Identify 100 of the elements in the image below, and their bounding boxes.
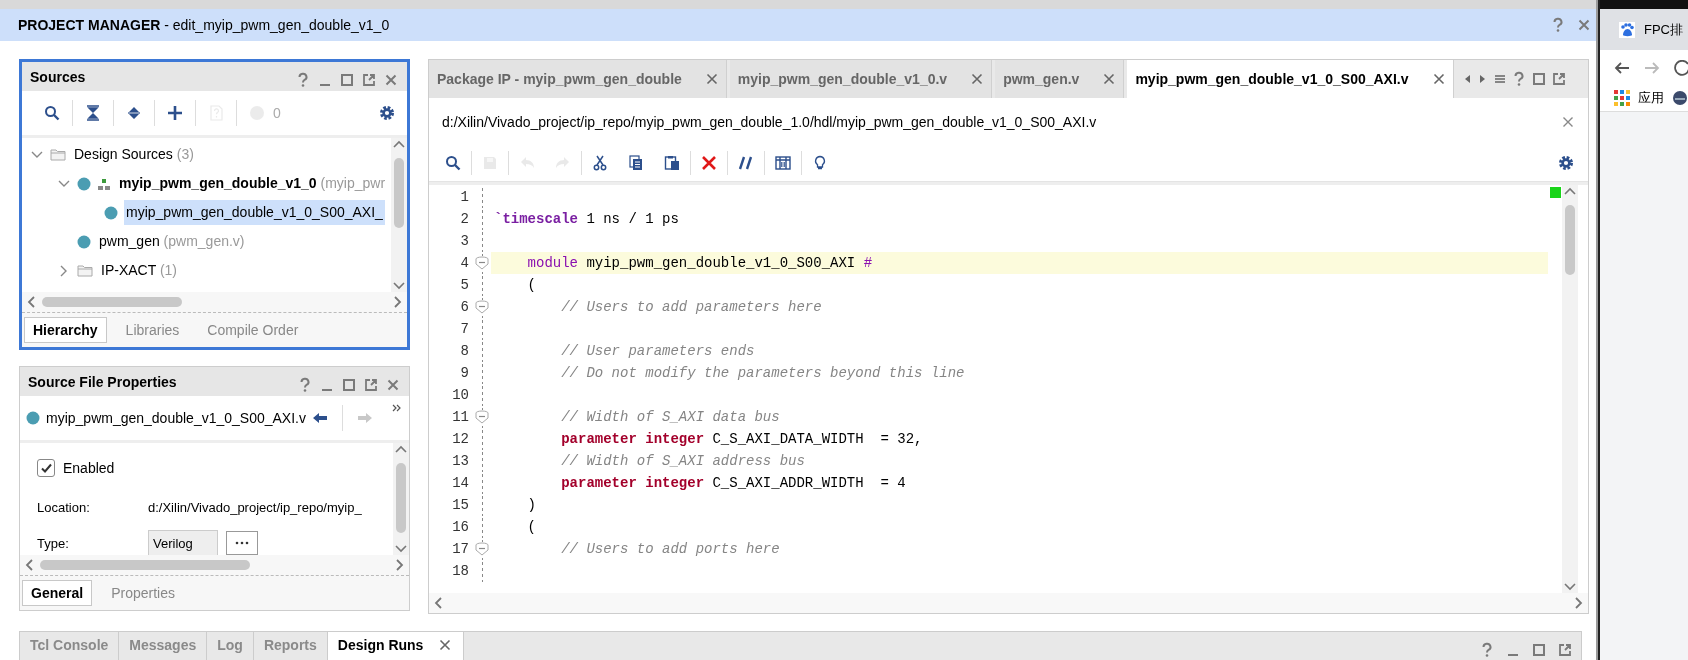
code-line: // Users to add parameters here xyxy=(560,298,823,317)
window-title: PROJECT MANAGER - edit_myip_pwm_gen_double_v1_0 xyxy=(18,17,390,33)
settings-icon[interactable] xyxy=(1558,155,1574,171)
float-icon[interactable] xyxy=(1550,71,1567,87)
paw-icon xyxy=(1619,21,1635,38)
tree-item[interactable]: myip_pwm_gen_double_v1_0_S00_AXI_ xyxy=(124,200,385,225)
code-line: ) xyxy=(526,496,537,515)
vertical-scrollbar[interactable] xyxy=(1562,185,1578,593)
editor-tab[interactable]: Package IP - myip_pwm_gen_double xyxy=(429,60,727,98)
code-line: parameter integer C_S_AXI_ADDR_WIDTH = 4 xyxy=(560,474,907,493)
folder-icon xyxy=(50,146,66,163)
add-icon[interactable] xyxy=(167,105,183,121)
back-arrow-icon[interactable] xyxy=(311,410,328,426)
close-icon[interactable] xyxy=(1576,17,1592,33)
vertical-scrollbar[interactable] xyxy=(393,443,409,555)
fold-marker-icon[interactable] xyxy=(475,256,489,270)
scroll-right-icon[interactable] xyxy=(1572,595,1584,611)
fold-marker-icon[interactable] xyxy=(475,542,489,556)
line-number: 5 xyxy=(459,277,469,293)
line-number: 2 xyxy=(459,211,469,227)
back-icon[interactable] xyxy=(1614,59,1630,76)
copy-icon[interactable] xyxy=(628,155,644,171)
scroll-down-icon[interactable] xyxy=(391,280,407,292)
paste-icon[interactable] xyxy=(664,155,680,171)
reload-icon[interactable] xyxy=(1674,59,1688,76)
scroll-up-icon[interactable] xyxy=(391,138,407,150)
horizontal-scrollbar[interactable] xyxy=(429,593,1588,613)
scrollbar-thumb[interactable] xyxy=(40,560,250,570)
settings-icon[interactable] xyxy=(379,105,395,121)
expand-all-icon[interactable] xyxy=(126,105,142,121)
horizontal-scrollbar[interactable] xyxy=(22,292,407,312)
bookmark-link[interactable]: 应用 xyxy=(1638,89,1664,107)
scroll-down-icon[interactable] xyxy=(1562,581,1578,593)
editor-tab[interactable]: pwm_gen.v xyxy=(995,60,1125,98)
maximize-icon[interactable] xyxy=(1531,642,1547,658)
tree-item[interactable]: pwm_gen (pwm_gen.v) xyxy=(97,229,247,254)
float-icon[interactable] xyxy=(1557,642,1573,658)
code-line: // Width of S_AXI data bus xyxy=(560,408,781,427)
scrollbar-thumb[interactable] xyxy=(1565,205,1575,275)
scroll-up-icon[interactable] xyxy=(393,443,409,455)
code-line: // User parameters ends xyxy=(560,342,756,361)
maximize-icon[interactable] xyxy=(339,71,355,88)
forward-icon[interactable] xyxy=(1644,59,1660,76)
lightbulb-icon[interactable] xyxy=(812,155,828,171)
check-icon xyxy=(40,462,52,474)
fold-marker-icon[interactable] xyxy=(475,300,489,314)
code-line: ( xyxy=(526,518,537,537)
scroll-right-icon[interactable] xyxy=(393,557,405,573)
hierarchy-icon xyxy=(97,176,111,191)
scroll-left-icon[interactable] xyxy=(433,595,445,611)
scissors-icon[interactable] xyxy=(592,155,608,171)
maximize-icon[interactable] xyxy=(341,376,357,393)
file-path: d:/Xilin/Vivado_project/ip_repo/myip_pwm_gen_double_1.0/hdl/myip_pwm_gen_double_v1_0_S00_AXI.v xyxy=(442,113,1097,130)
tree-item[interactable]: myip_pwm_gen_double_v1_0 (myip_pwr xyxy=(117,171,388,196)
checkbox[interactable] xyxy=(37,459,55,477)
console-tab[interactable]: Design Runs xyxy=(327,632,465,660)
browser-tab[interactable]: FPC排 xyxy=(1600,9,1688,50)
horizontal-scrollbar[interactable] xyxy=(20,555,409,575)
file-name: myip_pwm_gen_double_v1_0_S00_AXI.v xyxy=(46,410,306,426)
delete-icon[interactable] xyxy=(701,155,717,171)
scroll-right-icon[interactable] xyxy=(391,294,403,310)
line-number: 8 xyxy=(459,343,469,359)
vertical-scrollbar[interactable] xyxy=(391,138,407,292)
panel-tab[interactable]: Hierarchy xyxy=(24,317,107,343)
float-icon[interactable] xyxy=(363,376,379,393)
line-number: 3 xyxy=(459,233,469,249)
checkbox-label: Enabled xyxy=(63,460,115,476)
search-icon[interactable] xyxy=(445,155,461,171)
apps-grid-icon[interactable] xyxy=(1614,90,1630,106)
collapse-all-icon[interactable] xyxy=(85,105,101,121)
comment-icon[interactable] xyxy=(738,155,754,171)
type-field[interactable]: Verilog xyxy=(148,529,218,555)
file-status-dot-icon xyxy=(104,205,118,220)
scroll-down-icon[interactable] xyxy=(393,543,409,555)
scroll-left-icon[interactable] xyxy=(24,557,36,573)
scroll-up-icon[interactable] xyxy=(1562,185,1578,197)
more-button[interactable] xyxy=(225,531,258,555)
code-line: `timescale 1 ns / 1 ps xyxy=(493,210,680,229)
line-number: 9 xyxy=(459,365,469,381)
search-icon[interactable] xyxy=(44,105,60,121)
code-line: // Do not modify the parameters beyond this line xyxy=(560,364,966,383)
site-icon[interactable] xyxy=(1672,90,1688,106)
panel-tab[interactable]: General xyxy=(22,580,93,606)
maximize-icon[interactable] xyxy=(1530,71,1547,87)
menu-icon[interactable] xyxy=(1492,72,1507,86)
overflow-chevrons-icon[interactable] xyxy=(392,404,401,412)
overview-marker[interactable] xyxy=(1549,187,1561,198)
columns-icon[interactable] xyxy=(775,155,791,171)
editor-tab[interactable]: myip_pwm_gen_double_v1_0.v xyxy=(729,60,993,98)
fold-marker-icon[interactable] xyxy=(475,410,489,424)
scrollbar-thumb[interactable] xyxy=(42,297,182,307)
code-line: parameter integer C_S_AXI_DATA_WIDTH = 32, xyxy=(560,430,924,449)
tree-item[interactable]: IP-XACT (1) xyxy=(99,258,179,283)
editor-tab[interactable]: myip_pwm_gen_double_v1_0_S00_AXI.v xyxy=(1127,60,1454,98)
tree-item[interactable]: Design Sources (3) xyxy=(72,142,196,167)
scrollbar-thumb[interactable] xyxy=(394,158,404,228)
scrollbar-thumb[interactable] xyxy=(396,463,406,533)
line-number: 7 xyxy=(459,321,469,337)
scroll-left-icon[interactable] xyxy=(26,294,38,310)
float-icon[interactable] xyxy=(361,71,377,88)
